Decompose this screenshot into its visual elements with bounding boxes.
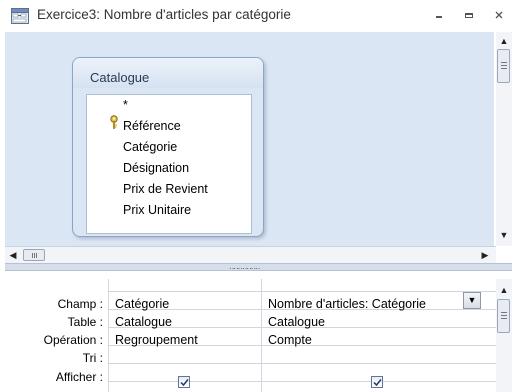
table-box-catalogue[interactable]: Catalogue * Référence Catégorie Désignat… (72, 57, 264, 237)
chevron-down-icon: ▼ (467, 295, 477, 305)
query-icon (11, 8, 29, 24)
field-item-designation[interactable]: Désignation (123, 161, 189, 175)
primary-key-icon (110, 115, 118, 129)
scroll-down-arrow-icon[interactable]: ▼ (496, 228, 512, 242)
cell-operation-col1[interactable]: Regroupement (115, 333, 198, 347)
field-item-all[interactable]: * (123, 98, 128, 112)
grid-vertical-scrollbar[interactable]: ▲ (496, 279, 512, 392)
field-item-categorie[interactable]: Catégorie (123, 140, 177, 154)
cell-operation-col2[interactable]: Compte (268, 333, 312, 347)
field-list[interactable]: * Référence Catégorie Désignation Prix d… (86, 94, 252, 234)
cell-tri-col2[interactable] (268, 351, 458, 365)
design-vertical-scrollbar[interactable]: ▲ ▼ (496, 32, 512, 246)
row-label-operation: Opération : (43, 333, 103, 347)
afficher-checkbox-col2[interactable] (371, 376, 383, 388)
restore-icon (464, 9, 474, 23)
field-item-reference[interactable]: Référence (123, 119, 181, 133)
checkmark-icon (373, 379, 382, 387)
cell-table-col1[interactable]: Catalogue (115, 315, 172, 329)
cell-champ-col2[interactable]: Nombre d'articles: Catégorie (268, 297, 426, 311)
close-icon (494, 9, 504, 23)
close-button[interactable] (485, 4, 513, 28)
scroll-right-arrow-icon[interactable]: ▶ (479, 248, 491, 262)
row-label-afficher: Afficher : (55, 370, 103, 384)
champ-dropdown-button[interactable]: ▼ (463, 292, 481, 309)
field-item-prix-unitaire[interactable]: Prix Unitaire (123, 203, 191, 217)
grid-vscroll-thumb[interactable] (497, 299, 510, 333)
title-bar[interactable]: Exercice3: Nombre d'articles par catégor… (0, 0, 516, 32)
cell-champ-col1[interactable]: Catégorie (115, 297, 169, 311)
splitter-grip-icon: ‥‥‥‥‥‥‥ (229, 262, 260, 271)
afficher-checkbox-col1[interactable] (178, 376, 190, 388)
scroll-left-arrow-icon[interactable]: ◀ (7, 248, 19, 262)
scroll-up-arrow-icon[interactable]: ▲ (496, 34, 512, 48)
checkmark-icon (180, 379, 189, 387)
cell-tri-col1[interactable] (115, 351, 260, 365)
pane-splitter[interactable]: ‥‥‥‥‥‥‥ (5, 263, 512, 271)
cell-table-col2[interactable]: Catalogue (268, 315, 325, 329)
table-box-title: Catalogue (90, 70, 150, 85)
table-box-header[interactable]: Catalogue (73, 58, 263, 88)
grid-scroll-up-arrow-icon[interactable]: ▲ (496, 283, 512, 297)
minimize-button[interactable] (425, 4, 453, 28)
restore-button[interactable] (455, 4, 483, 28)
row-label-champ: Champ : (57, 297, 103, 311)
row-label-tri: Tri : (82, 351, 103, 365)
window-title: Exercice3: Nombre d'articles par catégor… (37, 7, 291, 22)
design-horizontal-scrollbar[interactable]: ◀ ▶ (5, 246, 496, 263)
design-vscroll-thumb[interactable] (497, 49, 510, 83)
minimize-icon (434, 9, 444, 23)
field-item-prix-de-revient[interactable]: Prix de Revient (123, 182, 208, 196)
row-label-table: Table : (67, 315, 103, 329)
design-hscroll-thumb[interactable] (23, 249, 45, 261)
